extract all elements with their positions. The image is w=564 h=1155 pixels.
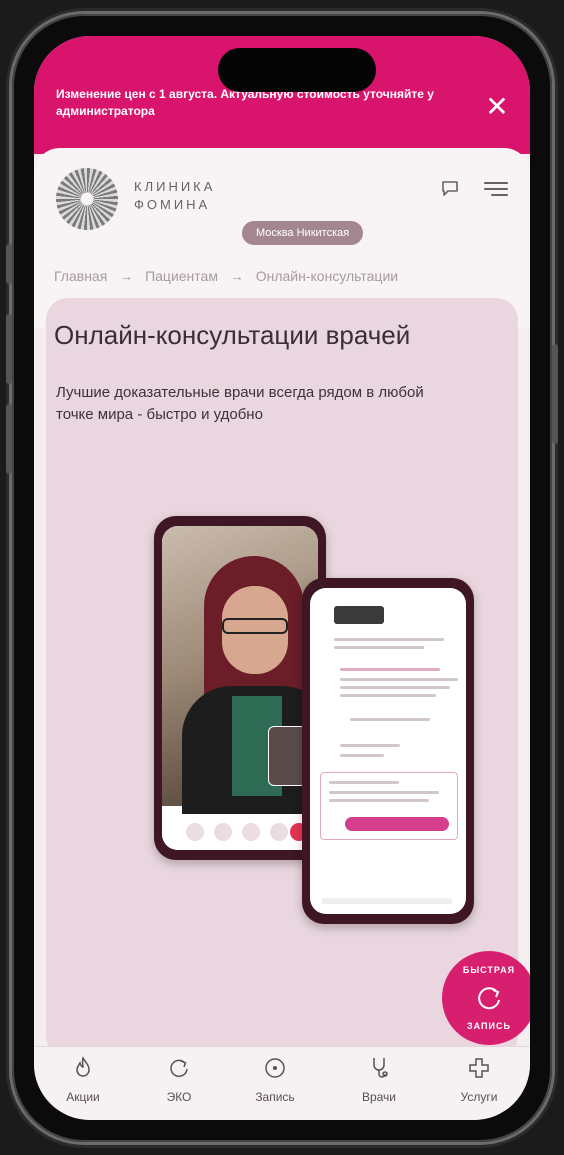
chat-image xyxy=(334,606,384,624)
chat-message xyxy=(334,638,444,641)
fab-label-bottom: ЗАПИСЬ xyxy=(467,1021,511,1031)
chat-message xyxy=(340,694,436,697)
chat-message xyxy=(350,718,430,721)
chat-card-button xyxy=(345,817,449,831)
video-call-mockup xyxy=(154,516,326,860)
tab-services[interactable]: Услуги xyxy=(444,1055,514,1104)
chat-card-line xyxy=(329,781,399,784)
volume-up-button xyxy=(6,314,12,384)
logo-icon[interactable] xyxy=(56,168,118,230)
video-call-screen xyxy=(162,526,318,850)
quick-booking-button[interactable]: БЫСТРАЯ ЗАПИСЬ xyxy=(442,951,530,1045)
mic-icon xyxy=(186,823,204,841)
chat-message xyxy=(340,678,458,681)
volume-down-button xyxy=(6,404,12,474)
breadcrumb-home[interactable]: Главная xyxy=(54,268,107,284)
branch-selector[interactable]: Москва Никитская xyxy=(242,221,364,245)
cross-icon xyxy=(469,1058,489,1078)
refresh-icon xyxy=(478,987,500,1010)
video-feed xyxy=(162,526,318,816)
record-icon xyxy=(265,1058,285,1078)
logo-text[interactable]: КЛИНИКА ФОМИНА xyxy=(134,178,215,214)
camera-icon xyxy=(214,823,232,841)
bottom-tab-bar: Акции ЭКО Запись Врачи Услуги xyxy=(34,1046,530,1120)
chat-message xyxy=(340,686,450,689)
chat-message xyxy=(340,744,400,747)
chat-input xyxy=(322,898,452,904)
chat-screen xyxy=(310,588,466,914)
breadcrumb-separator: → xyxy=(119,268,134,284)
tab-doctors[interactable]: Врачи xyxy=(344,1055,414,1104)
mute-switch xyxy=(6,244,12,284)
chat-message xyxy=(340,668,440,671)
flip-icon xyxy=(242,823,260,841)
tab-label: Запись xyxy=(255,1090,295,1104)
call-controls xyxy=(162,814,318,850)
phone-frame: Изменение цен с 1 августа. Актуальную ст… xyxy=(6,14,558,1142)
breadcrumb-patients[interactable]: Пациентам xyxy=(145,268,218,284)
breadcrumb-current: Онлайн-консультации xyxy=(255,268,399,284)
power-button xyxy=(552,344,558,444)
chat-mockup xyxy=(302,578,474,924)
tab-label: Акции xyxy=(66,1090,100,1104)
breadcrumb-separator: → xyxy=(229,268,244,284)
tab-booking[interactable]: Запись xyxy=(240,1055,310,1104)
chat-icon[interactable] xyxy=(440,178,460,198)
chat-card-line xyxy=(329,799,429,802)
speaker-icon xyxy=(270,823,288,841)
close-icon[interactable]: ✕ xyxy=(482,92,512,122)
refresh-icon xyxy=(170,1059,188,1078)
chat-message xyxy=(334,646,424,649)
fab-label-top: БЫСТРАЯ xyxy=(462,965,516,975)
page-subtitle: Лучшие доказательные врачи всегда рядом … xyxy=(56,384,424,423)
chat-card-line xyxy=(329,791,439,794)
stethoscope-icon xyxy=(373,1058,388,1078)
phone-screen: Изменение цен с 1 августа. Актуальную ст… xyxy=(34,36,530,1120)
page-title: Онлайн-консультации врачей xyxy=(54,320,411,350)
flame-icon xyxy=(76,1056,90,1077)
tab-label: Врачи xyxy=(361,1090,397,1104)
breadcrumb: Главная → Пациентам → Онлайн-консультаци… xyxy=(54,268,398,284)
tab-promotions[interactable]: Акции xyxy=(48,1055,118,1104)
tab-eco[interactable]: ЭКО xyxy=(144,1055,214,1104)
chat-card xyxy=(320,772,458,840)
hero-panel: Онлайн-консультации врачей Лучшие доказа… xyxy=(46,298,518,1058)
doctor-glasses xyxy=(222,618,288,634)
tab-label: Услуги xyxy=(460,1090,498,1104)
tab-label: ЭКО xyxy=(166,1090,192,1104)
chat-message xyxy=(340,754,384,757)
menu-icon[interactable] xyxy=(484,182,508,196)
dynamic-island xyxy=(218,48,376,92)
